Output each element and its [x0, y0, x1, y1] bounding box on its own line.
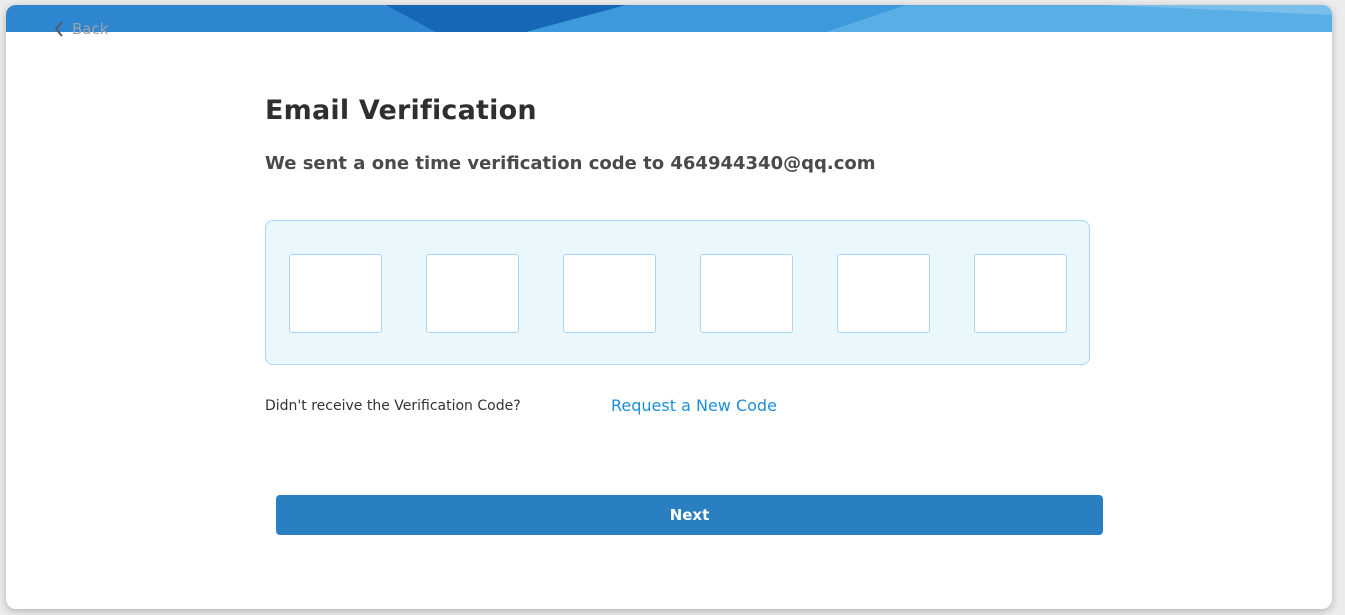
code-digit-2[interactable] [426, 254, 519, 333]
request-new-code-link[interactable]: Request a New Code [611, 396, 777, 415]
code-digit-6[interactable] [974, 254, 1067, 333]
next-button[interactable]: Next [276, 495, 1103, 535]
code-input-group [265, 220, 1090, 365]
verification-card: Back Email Verification We sent a one ti… [6, 5, 1332, 609]
code-digit-5[interactable] [837, 254, 930, 333]
code-digit-1[interactable] [289, 254, 382, 333]
header-banner-graphic [6, 5, 1332, 32]
resend-prompt: Didn't receive the Verification Code? [265, 398, 521, 414]
header-banner [6, 5, 1332, 32]
back-button[interactable]: Back [54, 20, 108, 38]
page-title: Email Verification [265, 95, 537, 126]
back-label: Back [72, 20, 109, 38]
code-digit-4[interactable] [700, 254, 793, 333]
verification-subtitle: We sent a one time verification code to … [265, 153, 876, 174]
chevron-left-icon [54, 21, 64, 37]
code-digit-3[interactable] [563, 254, 656, 333]
